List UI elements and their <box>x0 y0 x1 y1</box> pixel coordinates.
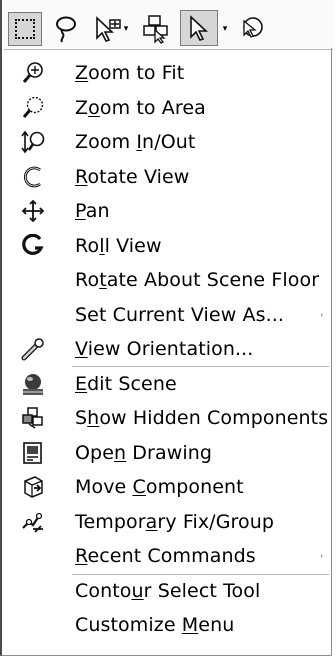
menu-item-contour-select-tool[interactable]: Contour Select Tool <box>4 574 333 609</box>
magnifying-select-button[interactable] <box>236 12 270 46</box>
context-menu: ▾ ▾ Zoom to Fit Zoom to Area Zoom In/Out… <box>0 0 333 656</box>
selection-toolbar: ▾ ▾ <box>4 0 333 48</box>
zoom-to-area-icon <box>20 95 46 121</box>
menu-item-customize-menu[interactable]: Customize Menu <box>4 608 333 643</box>
menu-item-temporary-fix-group[interactable]: Temporary Fix/Group <box>4 505 333 540</box>
pointer-icon <box>190 15 209 41</box>
box-select-button[interactable] <box>8 12 42 46</box>
menu-item-zoom-to-area[interactable]: Zoom to Area <box>4 91 333 126</box>
menu-item-pan[interactable]: Pan <box>4 194 333 229</box>
rotate-view-icon <box>20 164 46 190</box>
zoom-to-fit-icon <box>20 60 46 86</box>
submenu-arrow-icon: › <box>320 552 323 561</box>
select-pointer-dropdown[interactable]: ▾ <box>218 14 232 44</box>
submenu-arrow-icon: › <box>320 310 323 319</box>
menu-item-move-component[interactable]: Move Component <box>4 470 333 505</box>
edit-scene-icon <box>20 371 46 397</box>
zoom-in-out-icon <box>20 129 46 155</box>
component-select-button[interactable] <box>136 12 178 46</box>
move-component-icon <box>20 474 46 500</box>
menu-item-zoom-in-out[interactable]: Zoom In/Out <box>4 125 333 160</box>
menu-item-rotate-view[interactable]: Rotate View <box>4 160 333 195</box>
chevron-down-icon: ▾ <box>222 24 228 34</box>
menu-item-roll-view[interactable]: Roll View <box>4 229 333 264</box>
menu-item-rotate-about-scene-floor[interactable]: Rotate About Scene Floor <box>4 263 333 298</box>
box-select-icon <box>15 19 35 39</box>
pan-icon <box>20 198 46 224</box>
view-orientation-icon <box>20 336 46 362</box>
roll-view-icon <box>20 233 46 259</box>
lasso-select-button[interactable] <box>49 12 83 46</box>
filter-arrow-icon <box>95 16 121 42</box>
menu-item-open-drawing[interactable]: Open Drawing <box>4 436 333 471</box>
menu-item-edit-scene[interactable]: Edit Scene <box>4 367 333 402</box>
menu-item-zoom-to-fit[interactable]: Zoom to Fit <box>4 56 333 91</box>
component-select-icon <box>143 15 168 44</box>
menu-item-show-hidden-components[interactable]: Show Hidden Components <box>4 401 333 436</box>
lasso-select-icon <box>56 16 76 43</box>
menu-item-view-orientation[interactable]: View Orientation... <box>4 332 333 367</box>
menu-items: Zoom to Fit Zoom to Area Zoom In/Out Rot… <box>4 56 333 643</box>
open-drawing-icon <box>20 440 46 466</box>
selection-filter-dropdown[interactable]: ▾ <box>88 12 134 46</box>
chevron-down-icon: ▾ <box>123 24 129 34</box>
select-pointer-button[interactable] <box>180 10 218 46</box>
show-hidden-components-icon <box>20 405 46 431</box>
menu-item-set-current-view-as[interactable]: Set Current View As... › <box>4 298 333 333</box>
temporary-fix-icon <box>20 509 46 535</box>
menu-item-recent-commands[interactable]: Recent Commands › <box>4 539 333 574</box>
magnifying-select-icon <box>243 17 263 38</box>
toolbar-divider <box>4 49 333 50</box>
